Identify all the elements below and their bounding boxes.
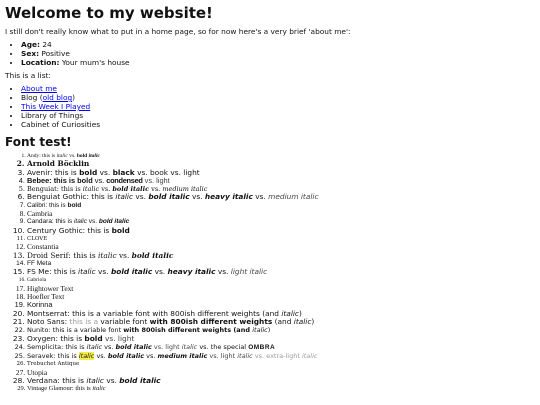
about-list: Age: 24 Sex: Positive Location: Your mum… — [5, 40, 540, 67]
about-me-link[interactable]: About me — [21, 84, 57, 93]
about-item-sex: Sex: Positive — [21, 49, 540, 58]
font-item: Cambria — [27, 209, 540, 218]
page-title: Welcome to my website! — [5, 4, 213, 22]
font-item: Verdana: this is italic vs. bold italic — [27, 376, 540, 385]
font-item: Hoefler Text — [27, 292, 540, 301]
nav-item-about: About me — [21, 84, 540, 93]
font-item: Semplicita: this is italic vs. bold ital… — [27, 343, 540, 352]
font-item: CLOVE — [27, 235, 540, 243]
nav-item-cabinet: Cabinet of Curiosities — [21, 120, 540, 129]
font-item: Seravek: this is italic vs. bold italic … — [27, 352, 540, 361]
font-item: Oxygen: this is bold vs. light — [27, 334, 540, 343]
font-item: Vintage Glamour: this is italic — [27, 385, 540, 393]
about-item-location: Location: Your mum's house — [21, 58, 540, 67]
font-item: Gabriola — [27, 276, 540, 284]
font-item: Century Gothic: this is bold — [27, 226, 540, 235]
font-item: Hightower Text — [27, 284, 540, 293]
list-intro: This is a list: — [5, 71, 51, 80]
nav-item-this-week: This Week I Played — [21, 102, 540, 111]
nav-item-blog: Blog (old blog) — [21, 93, 540, 102]
this-week-link[interactable]: This Week I Played — [21, 102, 90, 111]
font-item: FS Me: this is italic vs. bold italic vs… — [27, 268, 540, 276]
about-item-age: Age: 24 — [21, 40, 540, 49]
font-test-list: Andy: this is italic vs. bold italic Arn… — [5, 152, 540, 394]
font-item: Calibri: this is bold — [27, 202, 540, 210]
font-item: Droid Serif: this is italic vs. bold ita… — [27, 251, 540, 260]
page-content: Welcome to my website! I still don't rea… — [0, 0, 540, 394]
old-blog-link[interactable]: old blog — [43, 93, 73, 102]
nav-item-library: Library of Things — [21, 111, 540, 120]
intro-text: I still don't really know what to put in… — [5, 27, 351, 36]
nav-list: About me Blog (old blog) This Week I Pla… — [5, 84, 540, 129]
font-item: Trebuchet Antique — [27, 360, 540, 368]
font-item: Bebee: this is bold vs. condensed vs. li… — [27, 176, 540, 185]
font-item: Benguiat Gothic: this is italic vs. bold… — [27, 193, 540, 201]
font-test-heading: Font test! — [5, 135, 72, 149]
blog-label: Blog — [21, 93, 38, 102]
font-item: Andy: this is italic vs. bold italic — [27, 152, 540, 160]
font-item: Noto Sans: this is a variable font with … — [27, 317, 540, 326]
